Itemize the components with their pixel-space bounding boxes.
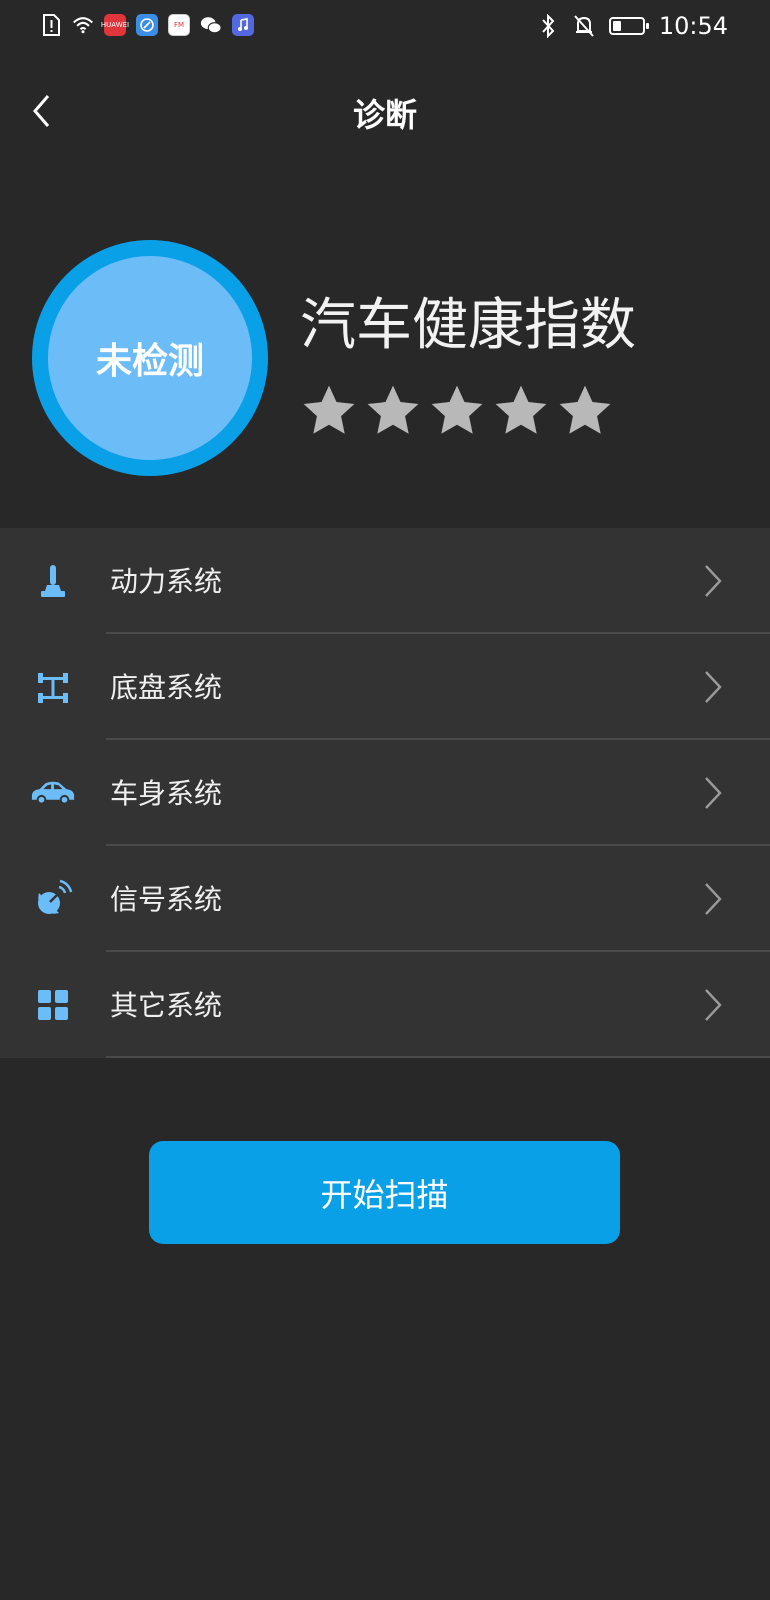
wifi-icon: [72, 14, 94, 36]
chevron-right-icon: [705, 671, 722, 703]
list-item-label: 底盘系统: [110, 671, 223, 704]
list-item-label: 其它系统: [110, 989, 223, 1022]
app-header: 诊断: [0, 60, 770, 160]
status-system: 10:54: [537, 12, 728, 40]
wechat-icon: [200, 14, 222, 36]
star-icon: [303, 385, 355, 434]
chevron-right-icon: [705, 989, 722, 1021]
satellite-dish-icon: [30, 879, 76, 919]
huawei-app-icon: HUAWEI: [101, 14, 129, 36]
star-rating: [300, 382, 614, 440]
start-scan-button[interactable]: 开始扫描: [149, 1141, 620, 1244]
list-item-other-system[interactable]: 其它系统: [0, 952, 770, 1058]
gear-shift-icon: [30, 561, 76, 601]
mute-bell-icon: [573, 15, 595, 37]
star-icon: [431, 385, 483, 434]
status-bar: HUAWEI FM 10:54: [0, 0, 770, 58]
status-notifications: HUAWEI FM: [40, 14, 254, 36]
divider: [106, 1056, 770, 1058]
list-item-label: 车身系统: [110, 777, 223, 810]
list-item-signal-system[interactable]: 信号系统: [0, 846, 770, 952]
star-icon: [495, 385, 547, 434]
chevron-right-icon: [705, 883, 722, 915]
list-item-label: 动力系统: [110, 565, 223, 598]
battery-level: [612, 21, 621, 31]
health-index-title: 汽车健康指数: [300, 293, 636, 358]
sim-alert-icon: [40, 14, 62, 36]
list-item-body-system[interactable]: 车身系统: [0, 740, 770, 846]
bluetooth-icon: [537, 14, 559, 38]
star-icon: [559, 385, 611, 434]
chevron-right-icon: [705, 777, 722, 809]
health-score-ring: 未检测: [32, 240, 268, 476]
fm-app-icon: FM: [168, 14, 190, 36]
health-index-panel: 未检测 汽车健康指数: [0, 160, 770, 528]
grid-icon: [30, 985, 76, 1025]
page-title: 诊断: [352, 96, 417, 134]
music-app-icon: [232, 14, 254, 36]
list-item-power-system[interactable]: 动力系统: [0, 528, 770, 634]
battery-icon: [608, 17, 649, 35]
car-icon: [30, 773, 76, 813]
health-status-text: 未检测: [48, 256, 252, 460]
list-item-chassis-system[interactable]: 底盘系统: [0, 634, 770, 740]
system-list: 动力系统 底盘系统 车身系统 信号系统 其它系统: [0, 528, 770, 1058]
chassis-icon: [30, 667, 76, 707]
star-icon: [367, 385, 419, 434]
clock: 10:54: [658, 12, 728, 40]
list-item-label: 信号系统: [110, 883, 223, 916]
chevron-right-icon: [705, 565, 722, 597]
browser-app-icon: [136, 14, 158, 36]
